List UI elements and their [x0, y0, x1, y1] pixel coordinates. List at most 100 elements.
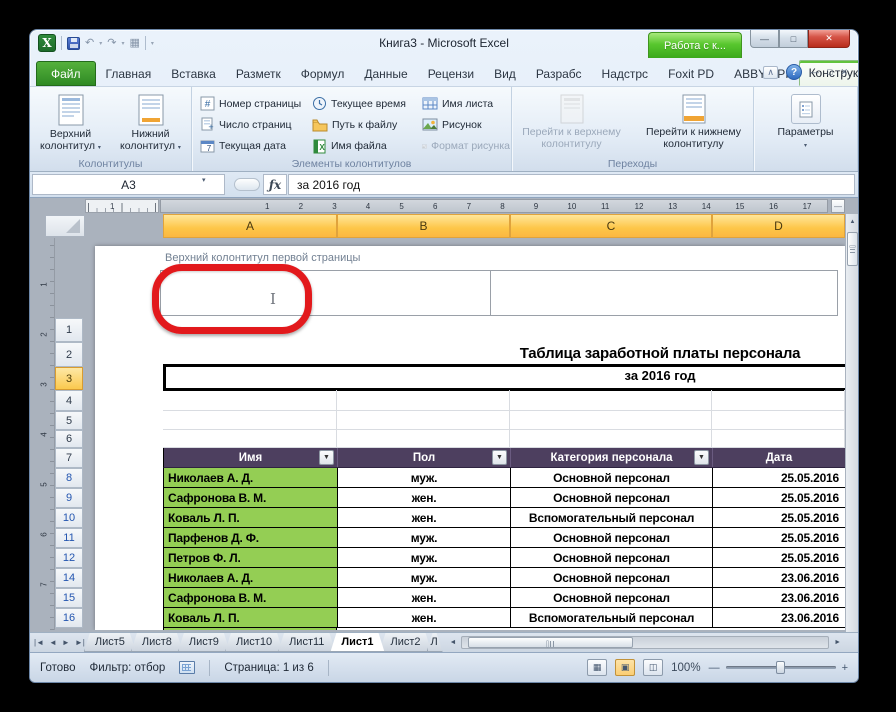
empty-cell[interactable]	[712, 390, 845, 411]
picture-button[interactable]: Рисунок	[420, 114, 512, 135]
name-cell[interactable]: Петров Ф. Л.	[164, 548, 338, 568]
ribbon-tab-foxit-pd[interactable]: Foxit PD	[658, 62, 724, 86]
gender-cell[interactable]: жен.	[338, 508, 511, 528]
date-cell[interactable]: 25.05.2016	[713, 528, 845, 548]
row-header-4[interactable]: 4	[55, 390, 83, 411]
filter-dropdown-icon[interactable]: ▼	[694, 450, 709, 465]
page-count-button[interactable]: + Число страниц	[198, 114, 310, 135]
zoom-in-icon[interactable]: +	[842, 662, 848, 674]
category-cell[interactable]: Основной персонал	[511, 468, 713, 488]
empty-cell[interactable]	[337, 411, 510, 430]
maximize-button[interactable]: □	[779, 30, 808, 48]
first-sheet-icon[interactable]: |◄	[34, 638, 44, 647]
ribbon-tab-файл[interactable]: Файл	[36, 61, 96, 86]
gender-cell[interactable]: муж.	[338, 528, 511, 548]
prev-sheet-icon[interactable]: ◄	[49, 638, 57, 647]
row-header-2[interactable]: 2	[55, 342, 83, 367]
zoom-track[interactable]	[726, 666, 836, 669]
gender-cell[interactable]: жен.	[338, 608, 511, 628]
horizontal-scroll-thumb[interactable]	[468, 637, 633, 648]
row-header-3[interactable]: 3	[55, 367, 83, 390]
workbook-close-icon[interactable]: ✕	[840, 67, 848, 78]
ribbon-tab-вставка[interactable]: Вставка	[161, 62, 226, 86]
page-number-button[interactable]: # Номер страницы	[198, 93, 310, 114]
page-break-view-button[interactable]: ◫	[643, 659, 663, 676]
category-cell[interactable]: Основной персонал	[511, 488, 713, 508]
sheet-tab-л[interactable]: Л	[427, 633, 443, 652]
date-cell[interactable]: 23.06.2016	[713, 608, 845, 628]
sheet-tab-лист11[interactable]: Лист11	[278, 633, 335, 652]
workbook-restore-icon[interactable]: □	[827, 67, 832, 77]
name-cell[interactable]: Николаев А. Д.	[164, 568, 338, 588]
row-header-7[interactable]: 7	[55, 448, 83, 468]
row-header-8[interactable]: 8	[55, 468, 83, 488]
date-cell[interactable]: 23.06.2016	[713, 588, 845, 608]
normal-view-button[interactable]: ▦	[587, 659, 607, 676]
filter-dropdown-icon[interactable]: ▼	[319, 450, 334, 465]
sheet-tab-лист10[interactable]: Лист10	[225, 633, 283, 652]
options-button[interactable]: Параметры▾	[768, 91, 844, 171]
row-header-9[interactable]: 9	[55, 488, 83, 508]
row-header-1[interactable]: 1	[55, 318, 83, 342]
empty-cell[interactable]	[163, 390, 337, 411]
column-header-gender[interactable]: Пол ▼	[338, 448, 511, 467]
row-header-14[interactable]: 14	[55, 568, 83, 588]
row-header-12[interactable]: 12	[55, 548, 83, 568]
sheet-tab-лист9[interactable]: Лист9	[178, 633, 230, 652]
vertical-scroll-thumb[interactable]	[847, 232, 858, 266]
zoom-level[interactable]: 100%	[671, 662, 700, 674]
collapse-ribbon-icon[interactable]: ∧	[763, 66, 778, 79]
name-cell[interactable]: Парфенов Д. Ф.	[164, 528, 338, 548]
current-time-button[interactable]: Текущее время	[310, 93, 420, 114]
gender-cell[interactable]: жен.	[338, 588, 511, 608]
horizontal-scroll-track[interactable]	[461, 636, 829, 649]
name-cell[interactable]: Коваль Л. П.	[164, 608, 338, 628]
ribbon-tab-главная[interactable]: Главная	[96, 62, 162, 86]
ribbon-tab-вид[interactable]: Вид	[484, 62, 526, 86]
ribbon-tab-разрабс[interactable]: Разрабс	[526, 62, 592, 86]
name-cell[interactable]: Сафронова В. М.	[164, 588, 338, 608]
date-cell[interactable]: 25.05.2016	[713, 548, 845, 568]
sheet-tab-лист2[interactable]: Лист2	[380, 633, 432, 652]
column-header-D[interactable]: D	[712, 214, 845, 238]
scroll-left-icon[interactable]: ◄	[447, 639, 460, 646]
minimize-button[interactable]: —	[750, 30, 779, 48]
gender-cell[interactable]: муж.	[338, 548, 511, 568]
vertical-scrollbar[interactable]: ▲	[845, 214, 858, 632]
empty-cell[interactable]	[163, 430, 337, 448]
column-header-A[interactable]: A	[163, 214, 337, 238]
empty-cell[interactable]	[712, 430, 845, 448]
category-cell[interactable]: Основной персонал	[511, 528, 713, 548]
empty-cell[interactable]	[163, 411, 337, 430]
row-header-5[interactable]: 5	[55, 411, 83, 430]
column-header-date[interactable]: Дата	[713, 448, 845, 467]
page-layout-view-button[interactable]: ▣	[615, 659, 635, 676]
scroll-up-icon[interactable]: ▲	[846, 214, 858, 229]
workbook-minimize-icon[interactable]: —	[810, 67, 819, 77]
scrollbar-split-handle[interactable]: —	[831, 199, 845, 213]
ribbon-tab-формул[interactable]: Формул	[291, 62, 355, 86]
last-sheet-icon[interactable]: ►|	[75, 638, 85, 647]
date-cell[interactable]: 25.05.2016	[713, 468, 845, 488]
empty-cell[interactable]	[337, 390, 510, 411]
formula-input[interactable]: за 2016 год	[288, 174, 855, 195]
scroll-right-icon[interactable]: ►	[831, 639, 844, 646]
row-header-16[interactable]: 16	[55, 608, 83, 628]
macro-record-icon[interactable]	[179, 661, 195, 674]
sheet-tab-лист1[interactable]: Лист1	[330, 633, 384, 652]
column-header-name[interactable]: Имя ▼	[164, 448, 338, 467]
column-header-category[interactable]: Категория персонала ▼	[511, 448, 713, 467]
ribbon-tab-разметк[interactable]: Разметк	[226, 62, 291, 86]
category-cell[interactable]: Вспомогательный персонал	[511, 508, 713, 528]
empty-cell[interactable]	[510, 390, 712, 411]
sheet-tab-лист5[interactable]: Лист5	[84, 633, 136, 652]
insert-function-button[interactable]: ƒx	[263, 174, 287, 195]
current-date-button[interactable]: 7 Текущая дата	[198, 136, 310, 157]
date-cell[interactable]: 25.05.2016	[713, 488, 845, 508]
ribbon-tab-рецензи[interactable]: Рецензи	[418, 62, 484, 86]
ribbon-tab-надстрс[interactable]: Надстрс	[592, 62, 659, 86]
row-header-11[interactable]: 11	[55, 528, 83, 548]
empty-cell[interactable]	[510, 411, 712, 430]
category-cell[interactable]: Основной персонал	[511, 568, 713, 588]
close-button[interactable]: ✕	[808, 30, 850, 48]
